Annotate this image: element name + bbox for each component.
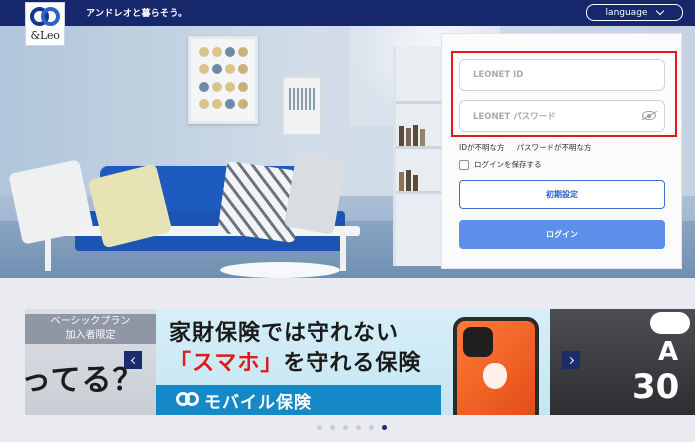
forgot-password-link[interactable]: パスワードが不明な方: [517, 142, 592, 153]
carousel-dot[interactable]: [369, 425, 374, 430]
login-button[interactable]: ログイン: [459, 220, 665, 249]
wall-art-image: [188, 36, 258, 124]
eye-off-icon[interactable]: [642, 111, 656, 120]
remember-label: ログインを保存する: [474, 160, 542, 169]
carousel-dot[interactable]: [330, 425, 335, 430]
remember-login[interactable]: ログインを保存する: [459, 159, 542, 170]
chevron-right-icon: [566, 356, 574, 364]
next-banner-number: 30: [632, 367, 680, 407]
leonet-id-input[interactable]: LEONET ID: [459, 59, 665, 91]
smartphone-image: [453, 317, 539, 415]
banner-title: モバイル保険: [204, 392, 312, 413]
plan-label: ベーシックプラン 加入者限定: [25, 314, 156, 344]
bookshelf-image: [393, 46, 446, 266]
carousel-dot[interactable]: [382, 425, 387, 430]
top-header: アンドレオと暮らそう。 language: [0, 0, 695, 26]
banner-line1: 家財保険では守れない: [169, 321, 400, 346]
mobile-insurance-banner[interactable]: 家財保険では守れない 「スマホ」を守れる保険 モバイル保険: [156, 309, 550, 415]
small-frame-image: [282, 76, 322, 136]
login-panel: LEONET ID LEONET パスワード IDが不明な方 パスワードが不明な…: [441, 33, 682, 269]
help-links: IDが不明な方 パスワードが不明な方: [459, 142, 592, 153]
banner-line2: 「スマホ」を守れる保険: [169, 351, 422, 376]
banner-strip: モバイル保険: [156, 385, 441, 415]
carousel-dot[interactable]: [317, 425, 322, 430]
apple-logo-icon: [483, 363, 507, 389]
mobile-insurance-logo-icon: [176, 392, 200, 408]
language-select[interactable]: language: [586, 4, 683, 21]
password-placeholder: LEONET パスワード: [473, 112, 556, 122]
carousel-dot[interactable]: [356, 425, 361, 430]
logo-rings-icon: [30, 7, 60, 27]
banner-carousel: ベーシックプラン 加入者限定 ってる？ 家財保険では守れない 「スマホ」を守れる…: [0, 278, 695, 442]
chevron-down-icon: [656, 6, 665, 16]
language-label: language: [605, 7, 648, 18]
next-banner-letter: A: [658, 337, 679, 367]
carousel-prev-button[interactable]: [124, 351, 142, 369]
chevron-left-icon: [130, 356, 138, 364]
carousel-dots: [317, 425, 387, 430]
tagline: アンドレオと暮らそう。: [86, 9, 188, 19]
initial-setup-button[interactable]: 初期設定: [459, 180, 665, 209]
remember-checkbox[interactable]: [459, 159, 469, 170]
forgot-id-link[interactable]: IDが不明な方: [459, 142, 505, 153]
id-placeholder: LEONET ID: [473, 70, 524, 80]
leonet-password-input[interactable]: LEONET パスワード: [459, 100, 665, 132]
logo[interactable]: &Leo: [25, 2, 65, 46]
logo-text: &Leo: [30, 29, 60, 42]
carousel-next-button[interactable]: [562, 351, 580, 369]
carousel-dot[interactable]: [343, 425, 348, 430]
